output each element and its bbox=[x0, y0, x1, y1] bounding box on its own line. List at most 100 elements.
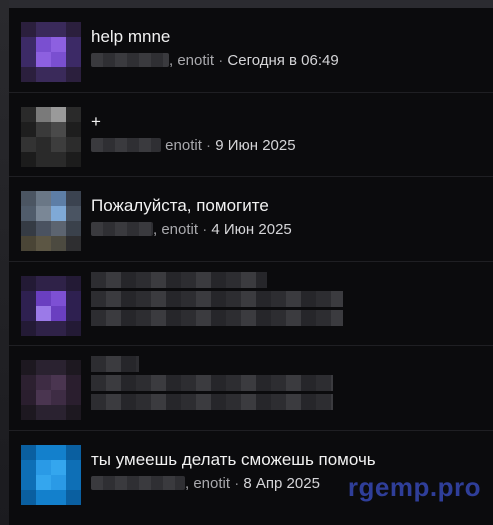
avatar-pixel bbox=[36, 67, 51, 82]
avatar-pixel bbox=[21, 489, 36, 505]
thread-item[interactable]: + enotit · 9 Июн 2025 bbox=[9, 93, 493, 178]
avatar-pixel bbox=[36, 151, 51, 167]
thread-date[interactable]: Сегодня в 06:49 bbox=[227, 52, 338, 69]
avatar-pixel bbox=[51, 459, 66, 475]
avatar-pixel bbox=[66, 290, 81, 306]
thread-date[interactable]: 8 Апр 2025 bbox=[243, 475, 320, 492]
avatar-pixel bbox=[21, 106, 36, 122]
avatar[interactable] bbox=[21, 360, 81, 421]
thread-meta: , enotit · Сегодня в 06:49 bbox=[91, 51, 483, 71]
redacted-name bbox=[91, 475, 185, 490]
avatar-pixel bbox=[36, 275, 51, 291]
thread-item[interactable]: help mnne , enotit · Сегодня в 06:49 bbox=[9, 8, 493, 93]
meta-separator: · bbox=[201, 136, 216, 154]
avatar-pixel bbox=[21, 151, 36, 167]
avatar-pixel bbox=[36, 305, 51, 321]
avatar-pixel bbox=[66, 305, 81, 321]
avatar-pixel bbox=[36, 489, 51, 505]
avatar-pixel bbox=[36, 360, 51, 376]
avatar-pixel bbox=[66, 106, 81, 122]
avatar-pixel bbox=[36, 22, 51, 37]
redacted-line bbox=[91, 375, 333, 392]
avatar-pixel bbox=[66, 151, 81, 167]
thread-meta: enotit · 9 Июн 2025 bbox=[91, 136, 483, 156]
avatar-pixel bbox=[21, 405, 36, 421]
avatar-pixel bbox=[21, 67, 36, 82]
avatar-pixel bbox=[36, 121, 51, 137]
avatar-pixel bbox=[51, 360, 66, 376]
thread-author[interactable]: enotit bbox=[161, 221, 198, 238]
avatar-pixel bbox=[36, 290, 51, 306]
avatar-pixel bbox=[66, 191, 81, 207]
avatar[interactable] bbox=[21, 444, 81, 505]
thread-author[interactable]: enotit bbox=[177, 52, 214, 69]
avatar-pixel bbox=[51, 290, 66, 306]
left-edge-strip bbox=[0, 0, 9, 525]
avatar-pixel bbox=[51, 444, 66, 460]
avatar-pixel bbox=[21, 191, 36, 207]
thread-title[interactable]: help mnne bbox=[91, 26, 483, 48]
thread-item[interactable]: Пожалуйста, помогите , enotit · 4 Июн 20… bbox=[9, 177, 493, 262]
avatar-pixel bbox=[21, 22, 36, 37]
avatar-pixel bbox=[21, 37, 36, 52]
thread-author[interactable]: enotit bbox=[165, 137, 202, 154]
avatar-pixel bbox=[66, 52, 81, 67]
avatar-pixel bbox=[21, 206, 36, 222]
avatar-pixel bbox=[36, 37, 51, 52]
avatar-pixel bbox=[66, 459, 81, 475]
avatar-pixel bbox=[36, 221, 51, 237]
thread-title[interactable]: Пожалуйста, помогите bbox=[91, 195, 483, 217]
thread-title[interactable]: + bbox=[91, 111, 483, 133]
avatar-pixel bbox=[66, 67, 81, 82]
avatar-pixel bbox=[51, 151, 66, 167]
avatar-pixel bbox=[36, 459, 51, 475]
avatar-pixel bbox=[21, 136, 36, 152]
avatar-pixel bbox=[36, 206, 51, 222]
avatar-pixel bbox=[21, 290, 36, 306]
avatar[interactable] bbox=[21, 106, 81, 167]
avatar-pixel bbox=[66, 136, 81, 152]
avatar[interactable] bbox=[21, 191, 81, 252]
avatar-pixel bbox=[66, 22, 81, 37]
avatar-pixel bbox=[66, 444, 81, 460]
avatar-pixel bbox=[51, 489, 66, 505]
avatar-pixel bbox=[51, 275, 66, 291]
thread-list: help mnne , enotit · Сегодня в 06:49 + e… bbox=[9, 8, 493, 525]
avatar-pixel bbox=[66, 489, 81, 505]
avatar-pixel bbox=[36, 444, 51, 460]
redacted-line bbox=[91, 271, 268, 288]
avatar-pixel bbox=[51, 405, 66, 421]
avatar-pixel bbox=[21, 275, 36, 291]
avatar-pixel bbox=[36, 474, 51, 490]
avatar-pixel bbox=[21, 360, 36, 376]
redacted-name bbox=[91, 222, 153, 237]
redacted-line bbox=[91, 356, 140, 373]
watermark-text: rgemp.pro bbox=[347, 472, 481, 502]
avatar[interactable] bbox=[21, 22, 81, 82]
redacted-line bbox=[91, 290, 343, 307]
avatar-pixel bbox=[51, 236, 66, 252]
avatar-pixel bbox=[51, 52, 66, 67]
avatar-pixel bbox=[21, 375, 36, 391]
avatar-pixel bbox=[21, 121, 36, 137]
avatar-pixel bbox=[21, 459, 36, 475]
avatar-pixel bbox=[66, 121, 81, 137]
avatar-pixel bbox=[21, 474, 36, 490]
avatar[interactable] bbox=[21, 275, 81, 336]
avatar-pixel bbox=[66, 37, 81, 52]
thread-title[interactable]: ты умеешь делать сможешь помочь bbox=[91, 449, 483, 471]
thread-item[interactable] bbox=[9, 346, 493, 431]
meta-separator: · bbox=[198, 221, 212, 239]
avatar-pixel bbox=[51, 320, 66, 336]
avatar-pixel bbox=[21, 236, 36, 252]
thread-item[interactable] bbox=[9, 262, 493, 347]
avatar-pixel bbox=[51, 67, 66, 82]
avatar-pixel bbox=[66, 320, 81, 336]
thread-date[interactable]: 9 Июн 2025 bbox=[215, 137, 295, 154]
avatar-pixel bbox=[66, 390, 81, 406]
thread-date[interactable]: 4 Июн 2025 bbox=[211, 221, 291, 238]
avatar-pixel bbox=[66, 236, 81, 252]
avatar-pixel bbox=[36, 52, 51, 67]
thread-author[interactable]: enotit bbox=[193, 475, 230, 492]
thread-meta: , enotit · 4 Июн 2025 bbox=[91, 220, 483, 240]
